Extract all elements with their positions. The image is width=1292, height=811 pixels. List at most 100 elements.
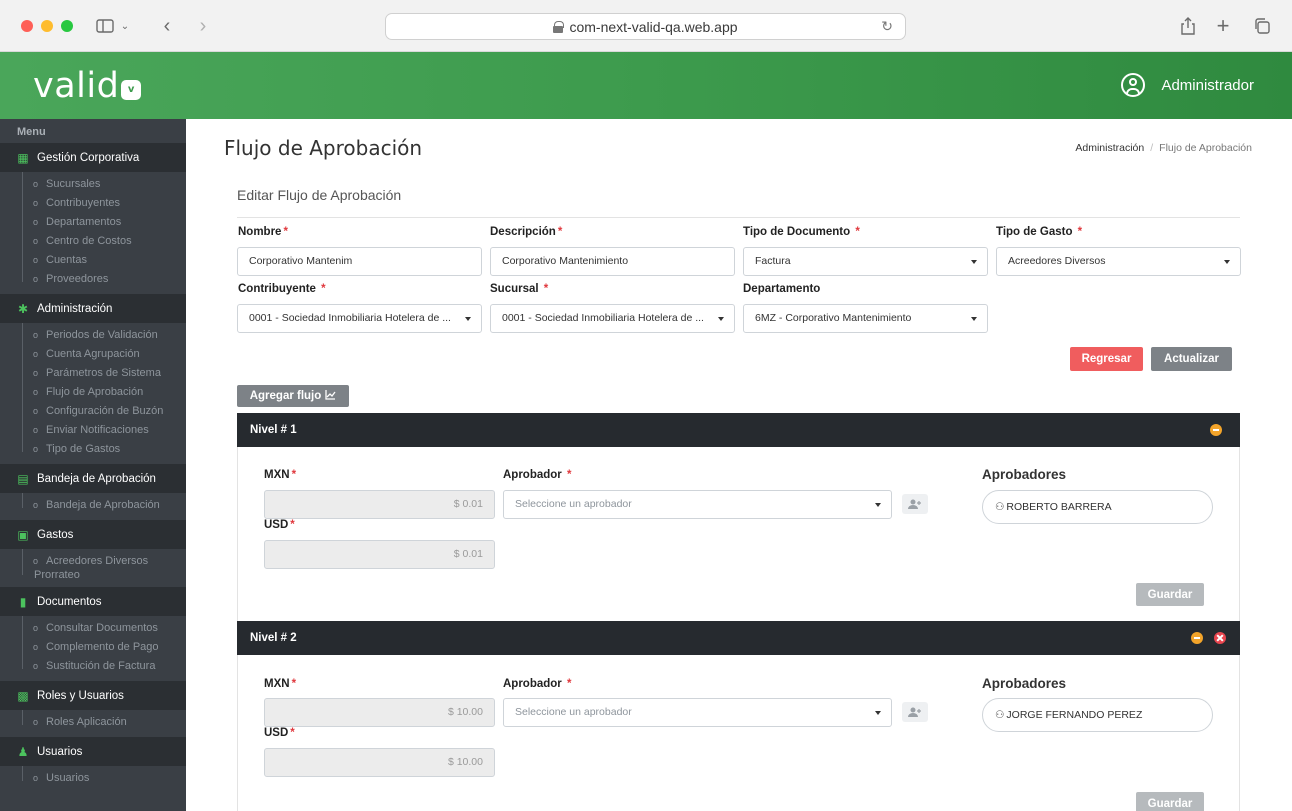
nombre-label: Nombre * <box>238 226 288 238</box>
approver-name: ROBERTO BARRERA <box>1006 501 1112 513</box>
sidebar-section-gestion-corporativa[interactable]: ▦ Gestión Corporativa <box>0 143 186 172</box>
sidebar-sublist: Roles Aplicación <box>0 710 186 737</box>
tipo-documento-select[interactable]: Factura <box>743 247 988 276</box>
sidebar-item-enviar-notificaciones[interactable]: Enviar Notificaciones <box>0 421 186 440</box>
sucursal-select[interactable]: 0001 - Sociedad Inmobiliaria Hotelera de… <box>490 304 735 333</box>
sidebar-item-cuentas[interactable]: Cuentas <box>0 251 186 270</box>
departamento-select[interactable]: 6MZ - Corporativo Mantenimiento <box>743 304 988 333</box>
valid-logo[interactable]: valid v <box>33 66 142 106</box>
back-arrow-icon[interactable]: ‹ <box>160 15 174 37</box>
actualizar-button[interactable]: Actualizar <box>1151 347 1232 371</box>
sidebar-item-consultar-documentos[interactable]: Consultar Documentos <box>0 619 186 638</box>
sidebar-sublist: Sucursales Contribuyentes Departamentos … <box>0 172 186 294</box>
sidebar-item-parametros-de-sistema[interactable]: Parámetros de Sistema <box>0 364 186 383</box>
approver-chip[interactable]: ⚇ ROBERTO BARRERA <box>982 490 1213 524</box>
reload-icon[interactable]: ↻ <box>881 18 893 35</box>
mxn-label: MXN * <box>264 678 297 690</box>
sidebar-item-roles-aplicacion[interactable]: Roles Aplicación <box>0 713 186 732</box>
add-user-icon[interactable] <box>902 702 928 722</box>
contribuyente-select[interactable]: 0001 - Sociedad Inmobiliaria Hotelera de… <box>237 304 482 333</box>
lock-icon <box>553 21 565 33</box>
chart-line-icon <box>325 389 336 403</box>
add-user-icon[interactable] <box>902 494 928 514</box>
sidebar-item-complemento-de-pago[interactable]: Complemento de Pago <box>0 638 186 657</box>
sidebar-section-label: Bandeja de Aprobación <box>37 472 156 485</box>
sidebar-item-centro-de-costos[interactable]: Centro de Costos <box>0 232 186 251</box>
tabs-overview-icon[interactable] <box>1253 15 1271 37</box>
remove-level-icon[interactable] <box>1214 632 1226 644</box>
breadcrumb-item-administracion[interactable]: Administración <box>1075 142 1144 154</box>
new-tab-icon[interactable]: + <box>1214 13 1232 38</box>
sidebar-section-bandeja-de-aprobacion[interactable]: ▤ Bandeja de Aprobación <box>0 464 186 493</box>
sidebar-section-administracion[interactable]: ✱ Administración <box>0 294 186 323</box>
guardar-button[interactable]: Guardar <box>1136 792 1204 811</box>
maximize-window-button[interactable] <box>61 20 73 32</box>
main-content: Flujo de Aprobación Administración / Flujo… <box>186 119 1292 811</box>
agregar-flujo-label: Agregar flujo <box>249 390 322 402</box>
collapse-icon[interactable] <box>1191 632 1203 644</box>
nombre-field[interactable]: Corporativo Mantenim <box>237 247 482 276</box>
gear-icon: ✱ <box>17 301 29 316</box>
chevron-down-icon[interactable]: ⌄ <box>119 15 131 37</box>
sidebar-item-departamentos[interactable]: Departamentos <box>0 213 186 232</box>
logo-badge: v <box>121 80 142 100</box>
inbox-icon: ▤ <box>17 471 29 486</box>
mxn-label: MXN * <box>264 469 297 481</box>
sidebar-item-acreedores-diversos-prorrateo[interactable]: Acreedores Diversos Prorrateo <box>0 552 186 582</box>
level-body: MXN * $ 0.01 USD * $ 0.01 Aprobador * Sele… <box>237 447 1240 621</box>
tipo-gasto-select[interactable]: Acreedores Diversos <box>996 247 1241 276</box>
sidebar-item-bandeja-de-aprobacion[interactable]: Bandeja de Aprobación <box>0 496 186 515</box>
sidebar-sublist: Periodos de Validación Cuenta Agrupación… <box>0 323 186 464</box>
document-icon: ▮ <box>19 594 27 609</box>
sidebar-item-proveedores[interactable]: Proveedores <box>0 270 186 289</box>
tipo-gasto-label: Tipo de Gasto * <box>996 226 1083 238</box>
guardar-button[interactable]: Guardar <box>1136 583 1204 606</box>
sidebar-item-flujo-de-aprobacion[interactable]: Flujo de Aprobación <box>0 383 186 402</box>
approver-chip[interactable]: ⚇ JORGE FERNANDO PEREZ <box>982 698 1213 732</box>
sidebar-item-periodos-de-validacion[interactable]: Periodos de Validación <box>0 326 186 345</box>
sidebar-section-gastos[interactable]: ▣ Gastos <box>0 520 186 549</box>
forward-arrow-icon[interactable]: › <box>196 15 210 37</box>
sidebar-section-roles-y-usuarios[interactable]: ▩ Roles y Usuarios <box>0 681 186 710</box>
aprobador-select[interactable]: Seleccione un aprobador <box>503 698 892 727</box>
menu-label: Menu <box>17 126 46 138</box>
app-header: valid v Administrador <box>0 52 1292 119</box>
money-icon: ▣ <box>17 527 29 542</box>
sidebar-section-usuarios[interactable]: ♟ Usuarios <box>0 737 186 766</box>
breadcrumb: Administración / Flujo de Aprobación <box>1075 142 1252 154</box>
departamento-label: Departamento <box>743 283 821 295</box>
sidebar-section-label: Administración <box>37 302 113 315</box>
building-icon: ▦ <box>17 150 29 165</box>
sidebar-section-documentos[interactable]: ▮ Documentos <box>0 587 186 616</box>
usd-amount-field: $ 0.01 <box>264 540 495 569</box>
sidebar-item-configuracion-de-buzon[interactable]: Configuración de Buzón <box>0 402 186 421</box>
minimize-window-button[interactable] <box>41 20 53 32</box>
level-header: Nivel # 2 <box>237 621 1240 655</box>
sidebar-section-label: Roles y Usuarios <box>37 689 124 702</box>
sidebar-item-usuarios[interactable]: Usuarios <box>0 769 186 788</box>
aprobador-label: Aprobador * <box>503 469 572 481</box>
sidebar-item-cuenta-agrupacion[interactable]: Cuenta Agrupación <box>0 345 186 364</box>
descripcion-field[interactable]: Corporativo Mantenimiento <box>490 247 735 276</box>
sidebar-item-contribuyentes[interactable]: Contribuyentes <box>0 194 186 213</box>
url-text: com-next-valid-qa.web.app <box>569 18 738 35</box>
card-title: Editar Flujo de Aprobación <box>237 187 402 203</box>
level-body: MXN * $ 10.00 USD * $ 10.00 Aprobador * Se… <box>237 655 1240 811</box>
address-bar[interactable]: com-next-valid-qa.web.app ↻ <box>385 13 906 40</box>
agregar-flujo-button[interactable]: Agregar flujo <box>237 385 349 407</box>
sidebar-item-sucursales[interactable]: Sucursales <box>0 175 186 194</box>
close-window-button[interactable] <box>21 20 33 32</box>
user-menu[interactable]: Administrador <box>1121 73 1254 97</box>
share-icon[interactable] <box>1179 15 1197 37</box>
aprobador-label: Aprobador * <box>503 678 572 690</box>
regresar-button[interactable]: Regresar <box>1070 347 1143 371</box>
level-title: Nivel # 1 <box>250 424 297 436</box>
sidebar-sublist: Bandeja de Aprobación <box>0 493 186 520</box>
logo-text: valid <box>33 66 120 106</box>
sidebar-item-sustitucion-de-factura[interactable]: Sustitución de Factura <box>0 657 186 676</box>
sidebar-toggle-icon[interactable] <box>96 15 114 37</box>
aprobador-select[interactable]: Seleccione un aprobador <box>503 490 892 519</box>
sidebar-item-tipo-de-gastos[interactable]: Tipo de Gastos <box>0 440 186 459</box>
browser-toolbar: ⌄ ‹ › com-next-valid-qa.web.app ↻ + <box>0 0 1292 52</box>
collapse-icon[interactable] <box>1210 424 1222 436</box>
